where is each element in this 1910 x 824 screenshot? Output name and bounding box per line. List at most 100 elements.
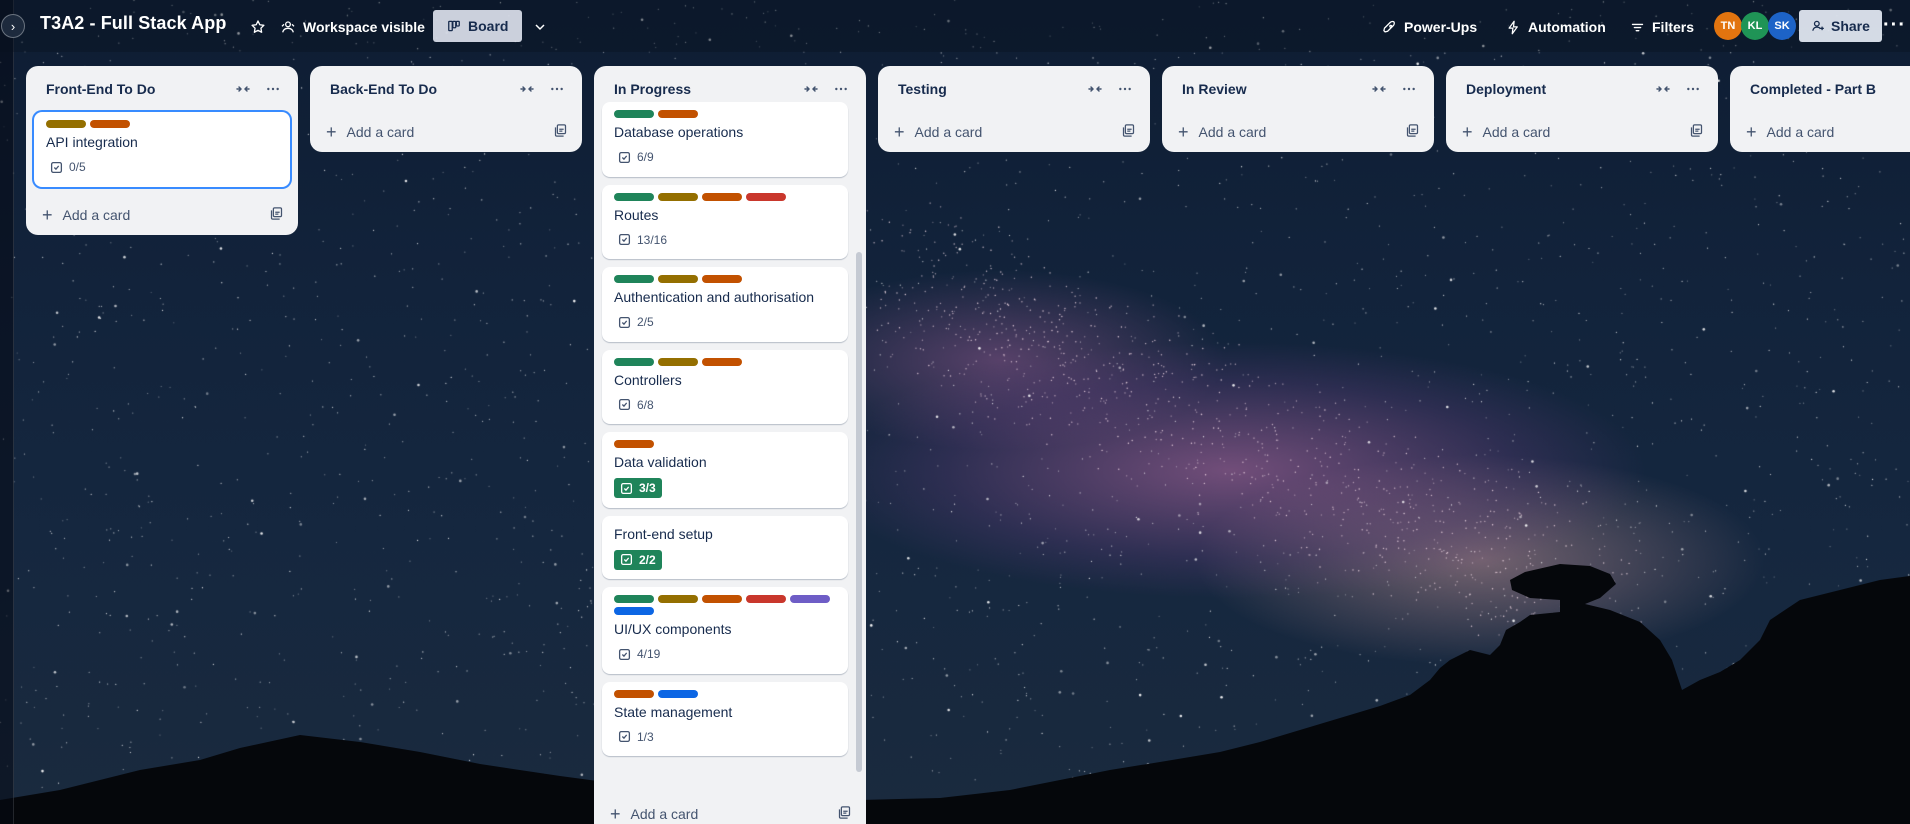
list[interactable]: Testing + Add a card bbox=[878, 66, 1150, 152]
list[interactable]: Deployment + Add a card bbox=[1446, 66, 1718, 152]
collapse-list-icon bbox=[236, 86, 250, 92]
board-title[interactable]: T3A2 - Full Stack App bbox=[40, 13, 226, 34]
collapse-list-button[interactable] bbox=[1082, 76, 1108, 102]
list-title[interactable]: Back-End To Do bbox=[330, 81, 510, 97]
power-ups-button[interactable]: Power-Ups bbox=[1374, 13, 1485, 41]
list-actions-button[interactable] bbox=[828, 76, 854, 102]
label-green[interactable] bbox=[614, 357, 654, 366]
avatar[interactable]: KL bbox=[1741, 12, 1769, 40]
list-title[interactable]: Completed - Part B bbox=[1750, 81, 1910, 97]
add-card-button[interactable]: + Add a card bbox=[26, 195, 298, 235]
label-orange[interactable] bbox=[702, 275, 742, 283]
label-orange[interactable] bbox=[614, 440, 654, 448]
label-green[interactable] bbox=[614, 595, 654, 603]
label-green[interactable] bbox=[614, 110, 654, 118]
label-yellow[interactable] bbox=[658, 595, 698, 603]
add-card-button[interactable]: + Add a card bbox=[1730, 112, 1910, 152]
card[interactable]: Routes 13/16 bbox=[602, 184, 848, 259]
label-red[interactable] bbox=[746, 192, 786, 201]
card[interactable]: Database operations 6/9 bbox=[602, 102, 848, 177]
avatar[interactable]: SK bbox=[1768, 12, 1796, 40]
list[interactable]: In Review + Add a card bbox=[1162, 66, 1434, 152]
create-from-template-button[interactable] bbox=[269, 206, 284, 224]
collapse-list-button[interactable] bbox=[1366, 76, 1392, 102]
label-orange[interactable] bbox=[614, 689, 654, 698]
list-actions-button[interactable] bbox=[1396, 76, 1422, 102]
card[interactable]: Front-end setup 2/2 bbox=[602, 515, 848, 579]
add-card-button[interactable]: + Add a card bbox=[1446, 112, 1718, 152]
list-actions-button[interactable] bbox=[1112, 76, 1138, 102]
list-actions-button[interactable] bbox=[260, 76, 286, 102]
list[interactable]: In Progress Database operations 6/9 Routes 1… bbox=[594, 66, 866, 824]
switch-views-button[interactable] bbox=[524, 13, 556, 41]
lightning-icon bbox=[1508, 20, 1518, 34]
label-orange[interactable] bbox=[702, 357, 742, 366]
label-yellow[interactable] bbox=[658, 192, 698, 201]
checklist-icon bbox=[618, 730, 631, 743]
visibility-button[interactable]: Workspace visible bbox=[272, 13, 433, 41]
chevron-right-icon: › bbox=[10, 18, 16, 34]
collapse-list-button[interactable] bbox=[1650, 76, 1676, 102]
list-title[interactable]: Deployment bbox=[1466, 81, 1646, 97]
create-from-template-button[interactable] bbox=[1405, 123, 1420, 141]
label-blue[interactable] bbox=[614, 607, 654, 615]
card[interactable]: Data validation 3/3 bbox=[602, 432, 848, 508]
automation-button[interactable]: Automation bbox=[1498, 13, 1614, 41]
board-view-button[interactable]: Board bbox=[433, 10, 523, 42]
card-labels bbox=[614, 275, 836, 283]
add-card-button[interactable]: + Add a card bbox=[878, 112, 1150, 152]
label-yellow[interactable] bbox=[46, 120, 86, 128]
card[interactable]: API integration 0/5 bbox=[34, 112, 290, 187]
star-board-button[interactable] bbox=[242, 13, 274, 41]
list-actions-button[interactable] bbox=[544, 76, 570, 102]
collapse-list-icon bbox=[520, 86, 534, 92]
label-blue[interactable] bbox=[658, 689, 698, 698]
power-ups-label: Power-Ups bbox=[1404, 19, 1478, 35]
checklist-count: 13/16 bbox=[637, 232, 668, 247]
board-menu-button[interactable]: ··· bbox=[1883, 14, 1906, 37]
scrollbar-thumb[interactable] bbox=[856, 252, 862, 772]
label-yellow[interactable] bbox=[658, 357, 698, 366]
more-icon bbox=[1403, 87, 1415, 91]
expand-sidebar-button[interactable]: › bbox=[1, 14, 25, 38]
create-from-template-button[interactable] bbox=[553, 123, 568, 141]
card[interactable]: Authentication and authorisation 2/5 bbox=[602, 267, 848, 342]
list-actions-button[interactable] bbox=[1680, 76, 1706, 102]
label-red[interactable] bbox=[746, 595, 786, 603]
add-card-button[interactable]: + Add a card bbox=[310, 112, 582, 152]
list[interactable]: Front-End To Do API integration 0/5 + Add a … bbox=[26, 66, 298, 235]
create-from-template-button[interactable] bbox=[1689, 123, 1704, 141]
label-green[interactable] bbox=[614, 192, 654, 201]
list-header: Front-End To Do bbox=[26, 66, 298, 112]
label-orange[interactable] bbox=[90, 120, 130, 128]
label-purple[interactable] bbox=[790, 595, 830, 603]
card[interactable]: Controllers 6/8 bbox=[602, 349, 848, 424]
collapse-list-button[interactable] bbox=[514, 76, 540, 102]
label-orange[interactable] bbox=[658, 110, 698, 118]
add-card-button[interactable]: + Add a card bbox=[1162, 112, 1434, 152]
list-title[interactable]: In Progress bbox=[614, 81, 794, 97]
filters-button[interactable]: Filters bbox=[1622, 13, 1702, 41]
create-from-template-button[interactable] bbox=[837, 805, 852, 823]
label-yellow[interactable] bbox=[658, 275, 698, 283]
list[interactable]: Back-End To Do + Add a card bbox=[310, 66, 582, 152]
label-orange[interactable] bbox=[702, 192, 742, 201]
collapse-list-button[interactable] bbox=[798, 76, 824, 102]
checklist-icon bbox=[618, 233, 631, 246]
label-green[interactable] bbox=[614, 275, 654, 283]
list[interactable]: Completed - Part B + Add a card bbox=[1730, 66, 1910, 152]
add-card-button[interactable]: + Add a card bbox=[594, 792, 866, 824]
collapse-list-button[interactable] bbox=[230, 76, 256, 102]
share-button[interactable]: Share bbox=[1799, 10, 1882, 42]
list-title[interactable]: In Review bbox=[1182, 81, 1362, 97]
list-title[interactable]: Testing bbox=[898, 81, 1078, 97]
card[interactable]: UI/UX components 4/19 bbox=[602, 587, 848, 674]
board-view-label: Board bbox=[468, 18, 509, 34]
collapse-list-icon bbox=[1656, 86, 1670, 92]
list-title[interactable]: Front-End To Do bbox=[46, 81, 226, 97]
card[interactable]: State management 1/3 bbox=[602, 681, 848, 756]
avatar[interactable]: TN bbox=[1714, 12, 1742, 40]
create-from-template-button[interactable] bbox=[1121, 123, 1136, 141]
list-scrollbar[interactable] bbox=[856, 112, 862, 772]
label-orange[interactable] bbox=[702, 595, 742, 603]
